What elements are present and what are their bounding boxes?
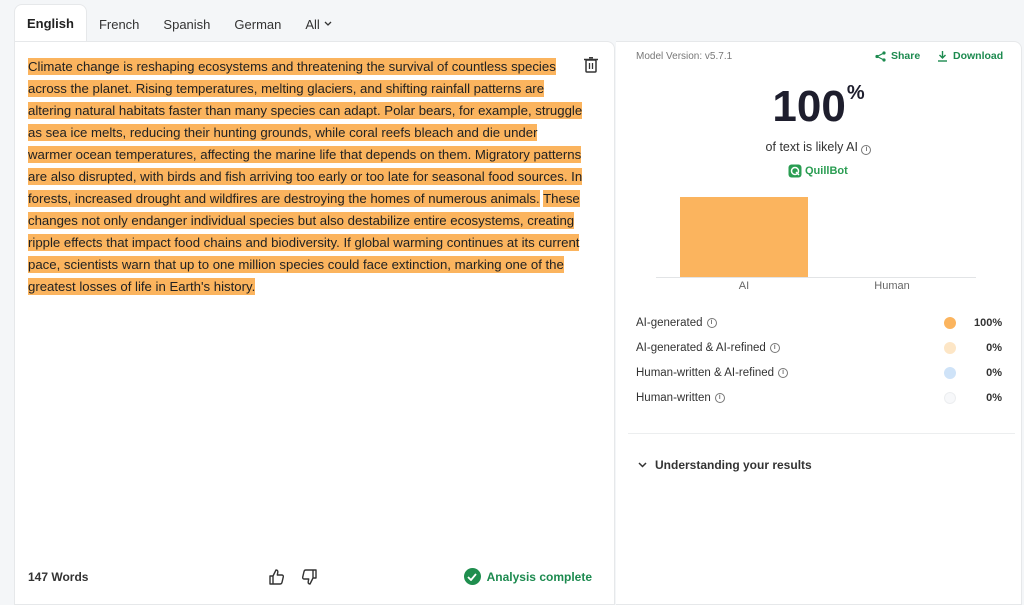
tab-german[interactable]: German xyxy=(222,6,293,42)
info-icon[interactable]: i xyxy=(861,144,872,155)
trash-icon[interactable] xyxy=(584,57,598,73)
highlighted-segment: Climate change is reshaping ecosystems a… xyxy=(28,58,583,207)
understanding-label: Understanding your results xyxy=(655,458,812,472)
brand-name: QuillBot xyxy=(805,165,848,177)
legend-dot xyxy=(944,391,956,404)
chart-x-label: Human xyxy=(874,280,910,292)
legend-dot xyxy=(944,316,956,329)
score-caption-text: of text is likely AI xyxy=(765,140,858,154)
model-version: Model Version: v5.7.1 xyxy=(636,51,733,62)
chart-baseline xyxy=(656,277,976,278)
legend-row-ai-generated-refined: AI-generated & AI-refined i 0% xyxy=(636,335,1002,360)
ai-human-bar-chart: AI Human xyxy=(656,192,976,292)
share-icon xyxy=(875,50,886,62)
legend-percent: 0% xyxy=(986,391,1002,404)
download-label: Download xyxy=(953,50,1004,62)
results-legend: AI-generated i 100% AI-generated & AI-ref… xyxy=(636,310,1002,410)
info-icon[interactable]: i xyxy=(769,342,780,353)
word-count: 147 Words xyxy=(28,570,89,584)
chart-bar-ai xyxy=(680,197,808,277)
download-icon xyxy=(938,51,947,62)
chevron-down-icon xyxy=(638,462,647,468)
check-circle-icon xyxy=(463,568,481,585)
understanding-results-toggle[interactable]: Understanding your results xyxy=(638,458,812,472)
info-icon[interactable]: i xyxy=(778,367,789,378)
info-icon[interactable]: i xyxy=(706,317,717,328)
legend-percent: 0% xyxy=(986,366,1002,379)
ai-score-unit: % xyxy=(846,82,865,104)
legend-row-ai-generated: AI-generated i 100% xyxy=(636,310,1002,335)
legend-row-human-written-refined: Human-written & AI-refined i 0% xyxy=(636,360,1002,385)
legend-percent: 100% xyxy=(974,316,1003,329)
legend-dot xyxy=(944,366,956,379)
feedback-buttons xyxy=(268,568,318,586)
info-icon[interactable]: i xyxy=(714,392,725,403)
quillbot-brand: QuillBot xyxy=(788,164,848,178)
thumbs-down-icon[interactable] xyxy=(300,568,318,586)
tab-english[interactable]: English xyxy=(14,4,87,42)
legend-row-human-written: Human-written i 0% xyxy=(636,385,1002,410)
legend-label: AI-generated & AI-refined xyxy=(636,341,766,354)
ai-score-value: 100 xyxy=(772,82,846,131)
tab-all-dropdown[interactable]: All xyxy=(293,6,343,42)
language-tabs: English French Spanish German All xyxy=(14,4,344,42)
section-divider xyxy=(628,433,1015,434)
results-panel: Model Version: v5.7.1 Share Download 100… xyxy=(616,41,1022,605)
quillbot-logo-icon xyxy=(788,164,802,178)
chevron-down-icon xyxy=(324,19,332,30)
ai-score: 100% xyxy=(616,82,1021,132)
thumbs-up-icon[interactable] xyxy=(268,568,286,586)
text-input-area[interactable]: Climate change is reshaping ecosystems a… xyxy=(28,56,584,298)
legend-label: AI-generated xyxy=(636,316,703,329)
download-button[interactable]: Download xyxy=(937,50,1003,62)
chart-x-label: AI xyxy=(738,280,750,292)
score-caption: of text is likely AI i xyxy=(616,140,1021,155)
analysis-status: Analysis complete xyxy=(463,568,592,585)
text-editor-panel: Climate change is reshaping ecosystems a… xyxy=(14,41,615,605)
analysis-status-label: Analysis complete xyxy=(486,569,592,584)
legend-dot xyxy=(944,341,956,354)
tab-spanish[interactable]: Spanish xyxy=(151,6,222,42)
tab-all-label: All xyxy=(305,16,320,32)
share-label: Share xyxy=(891,50,921,62)
tab-french[interactable]: French xyxy=(87,6,151,42)
legend-percent: 0% xyxy=(986,341,1002,354)
legend-label: Human-written xyxy=(636,391,711,404)
share-button[interactable]: Share xyxy=(875,50,920,62)
editor-footer: 147 Words Analysis complete xyxy=(28,568,592,588)
legend-label: Human-written & AI-refined xyxy=(636,366,775,379)
